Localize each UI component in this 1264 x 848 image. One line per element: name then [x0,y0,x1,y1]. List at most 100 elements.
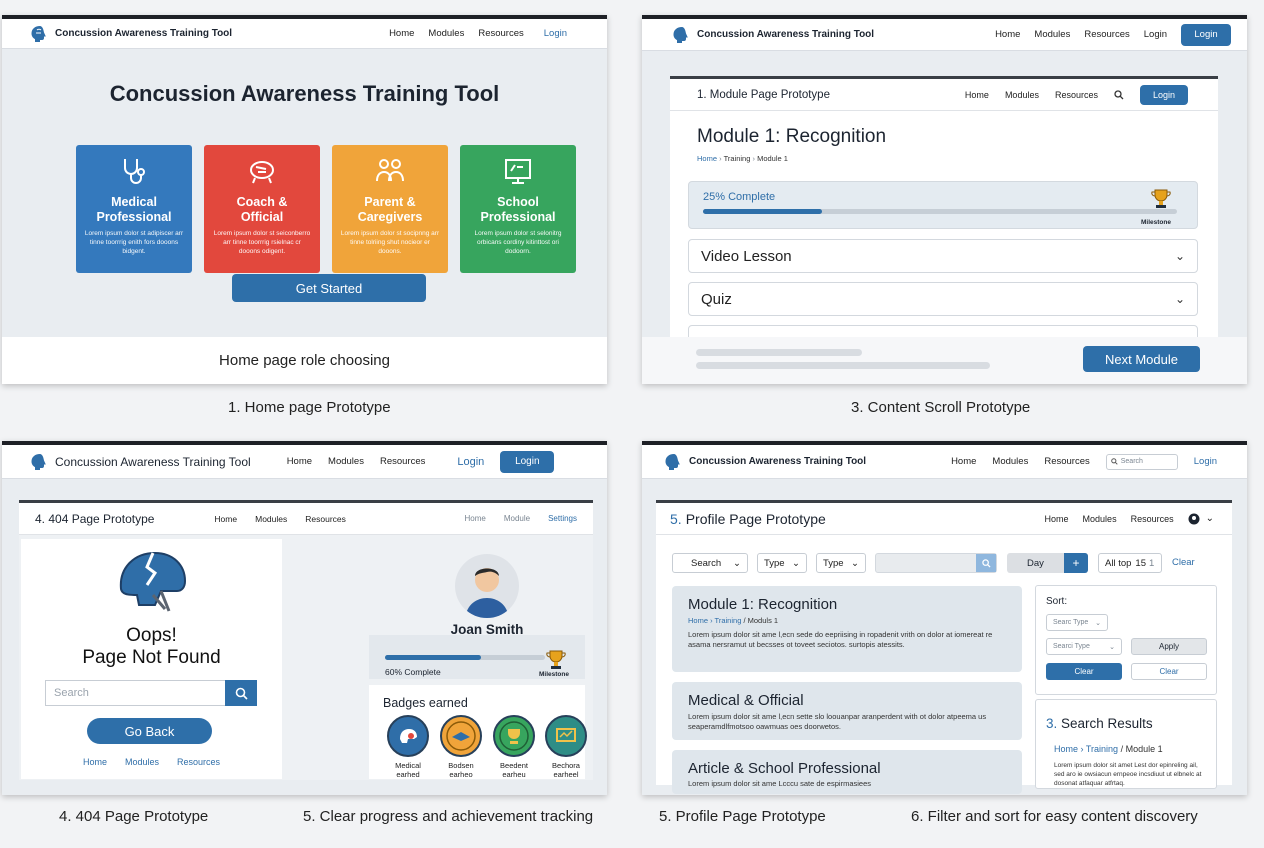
nav-modules[interactable]: Modules [428,28,464,39]
search-box: Search [45,680,257,706]
brand-name: Concussion Awareness Training Tool [689,456,867,467]
footer-note: Home page role choosing [219,352,390,369]
nav-home[interactable]: Home [995,29,1020,40]
nav-home[interactable]: Home [951,456,976,467]
get-started-button[interactable]: Get Started [232,274,426,302]
inner-nav-home[interactable]: Home [214,514,237,524]
clear-filters-link[interactable]: Clear [1172,557,1195,568]
nav-resources[interactable]: Resources [478,28,523,39]
breadcrumb-home[interactable]: Home [697,154,717,163]
inner-nav-home-right[interactable]: Home [465,514,486,523]
nav-home[interactable]: Home [287,456,312,467]
nav-resources[interactable]: Resources [1084,29,1129,40]
inner-nav: 5. Profile Page Prototype Home Modules R… [656,503,1232,535]
badge-medical-icon[interactable] [387,715,429,757]
progress-card: 25% Complete Milestone [688,181,1198,229]
footer-home[interactable]: Home [83,757,107,767]
inner-nav-home[interactable]: Home [965,90,989,100]
inner-nav-resources[interactable]: Resources [1131,514,1174,524]
chevron-down-icon: ⌄ [1205,513,1214,524]
inner-nav-module-right[interactable]: Module [504,514,530,523]
badge-school-icon[interactable] [545,715,587,757]
next-module-button[interactable]: Next Module [1083,346,1200,372]
inner-nav-resources[interactable]: Resources [1055,90,1098,100]
search-icon[interactable] [1114,89,1124,100]
role-card-title: Coach & Official [236,195,288,224]
filter-type-select[interactable]: Type ⌄ [757,553,807,573]
sort-type-select[interactable]: Searc Type ⌄ [1046,614,1108,631]
search-type-select[interactable]: Searci Type ⌄ [1046,638,1122,655]
add-icon[interactable]: + [1064,553,1088,573]
filter-search-input[interactable] [875,553,997,573]
nav-search-placeholder: Search [1120,458,1143,465]
nav-login[interactable]: Login [1144,29,1167,40]
nav-links: Home Modules Resources Login [389,28,567,39]
result-breadcrumb: Home › Training / Moduls 1 [688,616,779,625]
user-icon [1188,513,1200,524]
inner-nav-links: Home Modules Resources ⌄ [1045,513,1214,525]
accordion-title: Video Lesson [701,247,792,265]
breadcrumb-training[interactable]: Training [724,154,751,163]
result-item[interactable]: Article & School Professional Lorem ipsu… [672,750,1022,794]
chevron-down-icon: ⌄ [792,557,800,569]
bottom-bar: Next Module [642,337,1247,384]
sort-label: Sort: [1046,596,1068,607]
clear-secondary-button[interactable]: Clear [1131,663,1207,680]
inner-nav-resources[interactable]: Resources [305,514,346,524]
role-card-parent[interactable]: Parent & Caregivers Lorem ipsum dolor st… [332,145,448,273]
inner-nav-modules[interactable]: Modules [1005,90,1039,100]
filter-type-select-2[interactable]: Type ⌄ [816,553,866,573]
role-card-desc: Lorem ipsum dolor st seiconberro arr tin… [213,230,311,255]
clear-primary-button[interactable]: Clear [1046,663,1122,680]
go-back-button[interactable]: Go Back [87,718,212,744]
filter-search-button[interactable] [976,554,996,572]
search-button[interactable] [225,680,257,706]
nav-login[interactable]: Login [1194,456,1217,467]
nav-resources[interactable]: Resources [380,456,425,467]
inner-nav-modules[interactable]: Modules [1083,514,1117,524]
day-select[interactable]: Day + [1007,553,1088,573]
inner-nav-modules[interactable]: Modules [255,514,287,524]
badges-card: Badges earned Medical earhed Bodsen earh… [369,685,587,779]
badge-parent-icon[interactable] [493,715,535,757]
top-nav: Concussion Awareness Training Tool Home … [642,19,1247,51]
nav-modules[interactable]: Modules [328,456,364,467]
login-button[interactable]: Login [500,450,555,473]
nav-modules[interactable]: Modules [1034,29,1070,40]
nav-home[interactable]: Home [389,28,414,39]
inner-nav-settings[interactable]: Settings [548,514,577,523]
progress-label: 25% Complete [703,191,776,203]
progress-label: 60% Complete [385,667,441,677]
filter-search-select[interactable]: Search ⌄ [672,553,748,573]
search-input[interactable]: Search [45,680,225,706]
head-logo-icon [31,453,46,470]
nav-resources[interactable]: Resources [1044,456,1089,467]
badge-coach-icon[interactable] [440,715,482,757]
inner-nav-links: Home Modules Resources Login [965,84,1188,105]
progress-track [385,655,545,660]
footer-resources[interactable]: Resources [177,757,220,767]
search-results-body: Lorem ipsum dolor sit amet Lest dor epin… [1054,762,1202,787]
footer-modules[interactable]: Modules [125,757,159,767]
accordion-video-lesson[interactable]: Video Lesson ⌄ [688,239,1198,273]
inner-nav-home[interactable]: Home [1045,514,1069,524]
nav-search-box[interactable]: Search [1105,453,1178,470]
top-nav: Concussion Awareness Training Tool Home … [2,445,607,479]
role-card-coach[interactable]: Coach & Official Lorem ipsum dolor st se… [204,145,320,273]
user-menu-icon[interactable]: ⌄ [1188,513,1214,525]
nav-modules[interactable]: Modules [992,456,1028,467]
login-button[interactable]: Login [1181,23,1231,46]
top-nav: Concussion Awareness Training Tool Home … [642,445,1247,479]
result-item[interactable]: Module 1: Recognition Home › Training / … [672,586,1022,672]
role-card-medical[interactable]: Medical Professional Lorem ipsum dolor s… [76,145,192,273]
all-top-select[interactable]: All top 15 1 [1098,553,1162,573]
caption-filter-sort: 6. Filter and sort for easy content disc… [911,808,1198,825]
nav-login[interactable]: Login [457,456,484,468]
accordion-quiz[interactable]: Quiz ⌄ [688,282,1198,316]
role-card-school[interactable]: School Professional Lorem ipsum dolor st… [460,145,576,273]
nav-login[interactable]: Login [544,28,567,39]
apply-button[interactable]: Apply [1131,638,1207,655]
inner-login-button[interactable]: Login [1140,84,1188,105]
chevron-down-icon: ⌄ [1174,249,1185,263]
result-item[interactable]: Medical & Official Lorem ipsum dolor sit… [672,682,1022,740]
